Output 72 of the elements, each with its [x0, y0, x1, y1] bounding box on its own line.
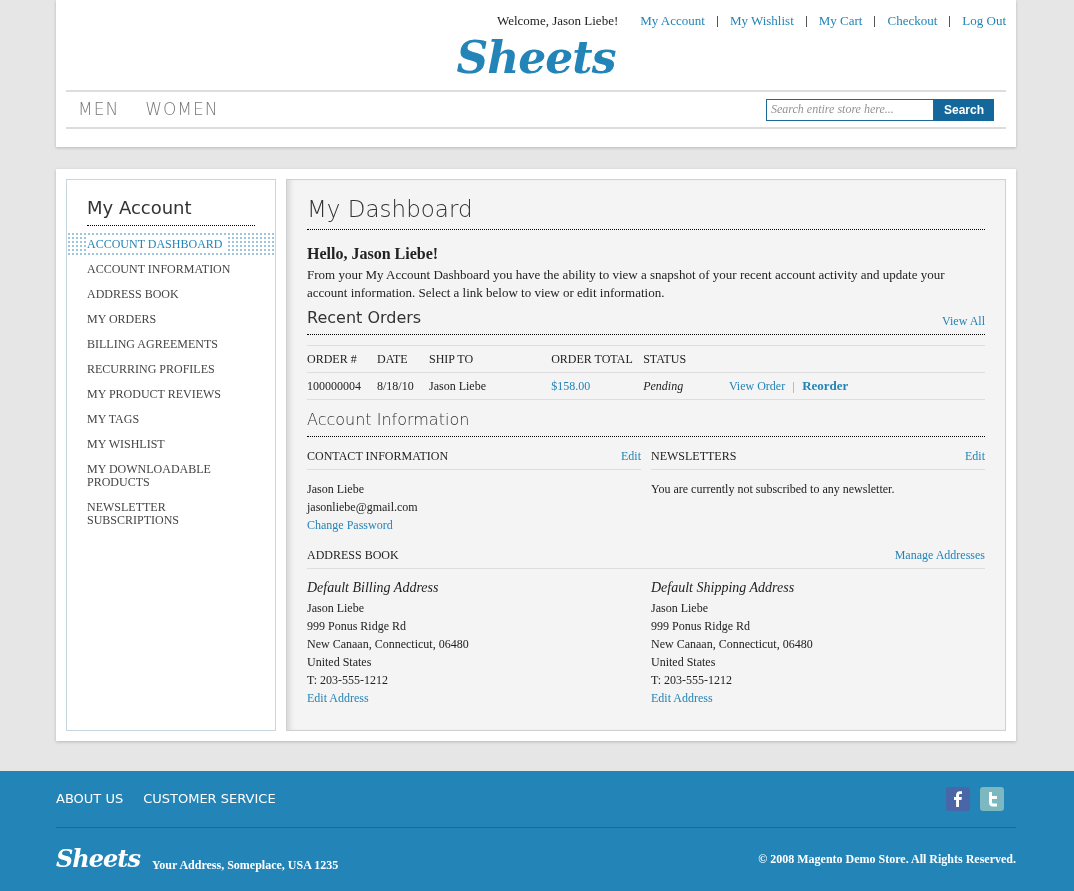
- address-text: New Canaan, Connecticut, 06480: [651, 635, 814, 653]
- sidebar-item[interactable]: NEWSLETTER SUBSCRIPTIONS: [87, 495, 255, 533]
- bird-icon[interactable]: [980, 787, 1004, 811]
- box-heading: NEWSLETTERS: [651, 447, 737, 465]
- header-link[interactable]: My Wishlist: [729, 11, 794, 31]
- sidebar-item[interactable]: ACCOUNT INFORMATION: [87, 257, 255, 282]
- nav-link[interactable]: MEN: [78, 96, 120, 123]
- box-heading: CONTACT INFORMATION: [307, 447, 449, 465]
- header-link[interactable]: Log Out: [962, 11, 1006, 31]
- contact-text: Jason Liebe: [307, 480, 365, 498]
- sidebar-item[interactable]: MY ORDERS: [87, 307, 255, 332]
- edit-address-link[interactable]: Edit Address: [651, 688, 985, 707]
- header-link[interactable]: My Cart: [818, 11, 863, 31]
- sidebar-item[interactable]: RECURRING PROFILES: [87, 357, 255, 382]
- nav-link[interactable]: WOMEN: [145, 96, 219, 123]
- section-title: Recent Orders: [307, 306, 422, 329]
- sidebar-item[interactable]: ACCOUNT DASHBOARD: [67, 232, 275, 257]
- search-field[interactable]: Search entire store here...: [765, 98, 934, 121]
- manage-addresses-link[interactable]: Manage Addresses: [894, 545, 985, 564]
- box-heading: ADDRESS BOOK: [307, 546, 399, 564]
- address-title: Default Billing Address: [307, 578, 440, 597]
- copyright-text: © 2008 Magento Demo Store. All Rights Reserved.: [758, 851, 1016, 868]
- greeting-text: Hello, Jason Liebe!: [307, 243, 440, 264]
- edit-link[interactable]: Edit: [621, 446, 641, 465]
- table-cell: 100000004: [307, 372, 377, 399]
- address-text: 999 Ponus Ridge Rd: [307, 617, 407, 635]
- header-link[interactable]: Checkout: [887, 11, 938, 31]
- search-button[interactable]: Search: [933, 98, 994, 121]
- sidebar-item[interactable]: BILLING AGREEMENTS: [87, 332, 255, 357]
- address-text: T: 203-555-1212: [651, 671, 734, 689]
- column-header: ORDER TOTAL: [551, 345, 644, 372]
- sidebar-item[interactable]: ADDRESS BOOK: [87, 282, 255, 307]
- status-cell: Pending: [643, 372, 729, 399]
- contact-text: jasonliebe@gmail.com: [307, 498, 419, 516]
- column-header: DATE: [377, 345, 429, 372]
- column-header: ORDER #: [307, 345, 377, 372]
- address-title: Default Shipping Address: [651, 578, 796, 597]
- header-link[interactable]: My Account: [640, 11, 705, 31]
- intro-text: From your My Account Dashboard you have the ability to view a snapshot of your recent account activity and update your account information. Select a link below to view or edit information.: [307, 265, 946, 302]
- sidebar-item[interactable]: MY TAGS: [87, 407, 255, 432]
- facebook-icon[interactable]: [946, 787, 970, 811]
- sidebar-item[interactable]: MY DOWNLOADABLE PRODUCTS: [87, 457, 255, 495]
- address-text: New Canaan, Connecticut, 06480: [307, 635, 470, 653]
- edit-address-link[interactable]: Edit Address: [307, 688, 641, 707]
- order-total-link[interactable]: $158.00: [551, 378, 591, 393]
- column-header: STATUS: [643, 345, 985, 372]
- address-text: United States: [307, 653, 373, 671]
- table-cell: Jason Liebe: [429, 372, 552, 399]
- footer-link[interactable]: CUSTOMER SERVICE: [143, 789, 276, 809]
- address-text: 999 Ponus Ridge Rd: [651, 617, 751, 635]
- section-title: Account Information: [307, 407, 985, 437]
- footer-address: Your Address, Someplace, USA 1235: [151, 857, 339, 874]
- view-order-link[interactable]: View Order: [728, 378, 786, 393]
- view-all-link[interactable]: View All: [942, 311, 985, 330]
- sidebar-item[interactable]: MY PRODUCT REVIEWS: [87, 382, 255, 407]
- address-text: United States: [651, 653, 717, 671]
- footer-logo: Sheets: [56, 843, 140, 875]
- site-logo[interactable]: Sheets: [456, 30, 616, 86]
- column-header: SHIP TO: [429, 345, 552, 372]
- address-text: Jason Liebe: [651, 599, 709, 617]
- change-password-link[interactable]: Change Password: [307, 515, 641, 534]
- footer-link[interactable]: ABOUT US: [56, 789, 124, 809]
- edit-link[interactable]: Edit: [965, 446, 985, 465]
- table-cell: 8/18/10: [377, 372, 429, 399]
- sidebar-item[interactable]: MY WISHLIST: [87, 432, 255, 457]
- address-text: Jason Liebe: [307, 599, 365, 617]
- reorder-link[interactable]: Reorder: [802, 377, 849, 393]
- newsletter-text: You are currently not subscribed to any newsletter.: [651, 480, 896, 498]
- address-text: T: 203-555-1212: [307, 671, 390, 689]
- sidebar-title: My Account: [87, 194, 255, 226]
- section-title: My Dashboard: [307, 192, 985, 230]
- welcome-text: Welcome, Jason Liebe!: [496, 12, 619, 31]
